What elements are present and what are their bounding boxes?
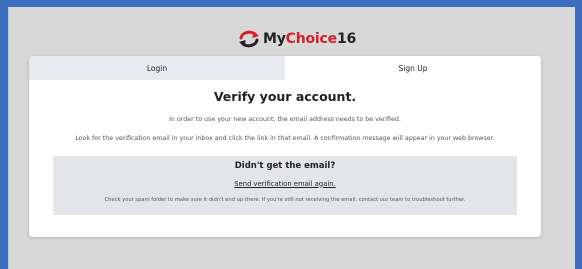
verify-instructions-text: Look for the verification email in your … [75, 135, 495, 142]
brand-choice: Choice [285, 31, 337, 47]
verify-content: Verify your account. In order to use you… [29, 90, 541, 215]
tab-login[interactable]: Login [29, 56, 285, 80]
tab-sign-up[interactable]: Sign Up [285, 56, 541, 80]
notice-help-text: Check your spam folder to make sure it d… [104, 196, 466, 203]
brand-name: MyChoice16 [263, 32, 356, 46]
mychoice-arrows-logo-icon [239, 30, 259, 48]
page-title: Verify your account. [213, 89, 357, 104]
verify-intro-text: In order to use your new account, the em… [169, 116, 401, 123]
resend-verification-link[interactable]: Send verification email again. [234, 180, 335, 188]
brand-my: My [263, 31, 286, 47]
auth-tabs: Login Sign Up [29, 56, 541, 80]
brand-logo[interactable]: MyChoice16 [238, 29, 356, 49]
auth-card: Login Sign Up Verify your account. In or… [29, 56, 541, 237]
notice-title: Didn't get the email? [234, 160, 336, 171]
brand-number: 16 [336, 31, 357, 47]
resend-notice-box: Didn't get the email? Send verification … [53, 155, 517, 215]
